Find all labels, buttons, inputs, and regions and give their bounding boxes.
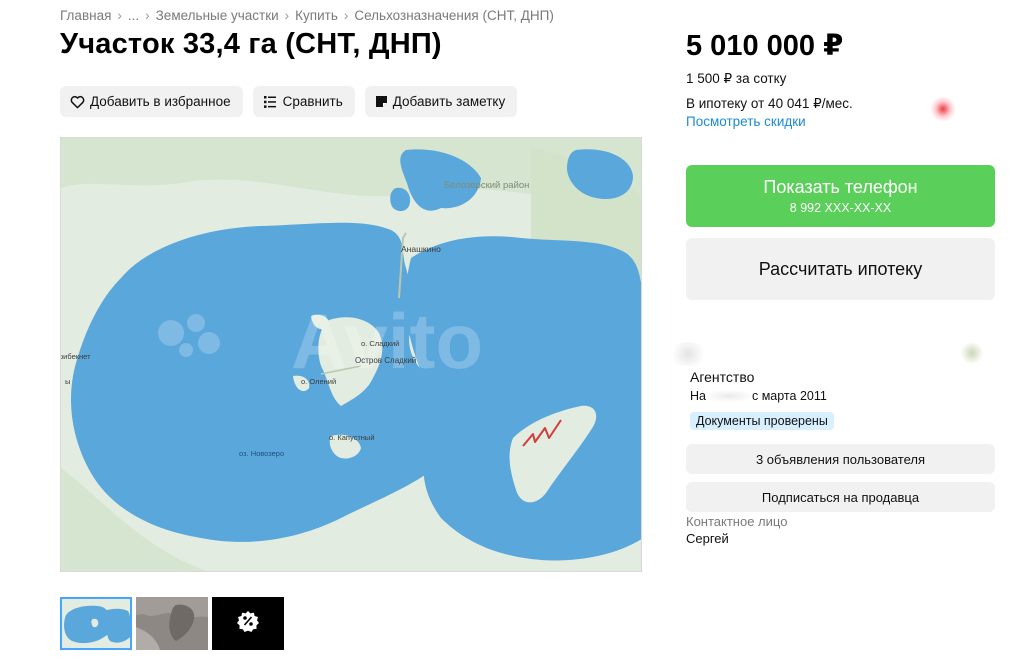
add-to-favorites-button[interactable]: Добавить в избранное <box>60 86 243 117</box>
user-listings-button[interactable]: 3 объявления пользователя <box>686 444 995 474</box>
breadcrumb-ellipsis[interactable]: ... <box>128 8 139 23</box>
blurred-text <box>705 390 752 402</box>
view-discounts-link[interactable]: Посмотреть скидки <box>686 114 806 129</box>
contact-person-name: Сергей <box>686 531 729 546</box>
contact-person-label: Контактное лицо <box>686 514 788 529</box>
page-title: Участок 33,4 га (СНТ, ДНП) <box>60 28 442 60</box>
add-note-button[interactable]: Добавить заметку <box>364 86 518 117</box>
add-note-label: Добавить заметку <box>392 94 506 109</box>
breadcrumb-land-plots[interactable]: Земельные участки <box>156 8 279 23</box>
price-per-unit: 1 500 ₽ за сотку <box>686 71 787 86</box>
listing-actions: Добавить в избранное Сравнить Добавить з… <box>60 86 518 117</box>
seller-since-prefix: На <box>690 389 706 403</box>
breadcrumb-separator: › <box>284 8 290 23</box>
map-label-left-edge: рибекнет <box>61 352 91 361</box>
breadcrumb-separator: › <box>145 8 150 23</box>
blurred-logo <box>960 342 984 364</box>
show-phone-label: Показать телефон <box>763 177 918 197</box>
breadcrumb-agricultural[interactable]: Сельхозназначения (СНТ, ДНП) <box>354 8 553 23</box>
compare-label: Сравнить <box>282 94 343 109</box>
map-label-island-sladkiy: о. Сладкий <box>361 339 399 348</box>
note-icon <box>375 95 388 108</box>
breadcrumb-buy[interactable]: Купить <box>295 8 338 23</box>
phone-number-masked: 8 992 XXX-XX-XX <box>789 201 892 215</box>
show-phone-button[interactable]: Показать телефон 8 992 XXX-XX-XX <box>686 165 995 227</box>
breadcrumb-home[interactable]: Главная <box>60 8 111 23</box>
seller-type[interactable]: Агентство <box>690 369 754 385</box>
price: 5 010 000 ₽ <box>686 30 844 62</box>
map-label-island-olenyi: о. Олений <box>301 377 336 386</box>
thumbnail-plot-photo[interactable] <box>136 597 208 650</box>
listing-main-image[interactable]: Avito Белозерский район Анашкино о. Слад… <box>60 137 642 572</box>
documents-verified-badge: Документы проверены <box>690 412 834 430</box>
map-label-left-edge-2: ы <box>65 377 70 386</box>
compare-button[interactable]: Сравнить <box>252 86 355 117</box>
map-label-island-sladkiy-main: Остров Сладкий <box>355 356 416 365</box>
map-label-district: Белозерский район <box>444 180 529 191</box>
compare-icon <box>263 95 278 109</box>
discount-badge-icon <box>237 610 259 637</box>
seller-since-suffix: с марта 2011 <box>751 389 827 403</box>
seller-since: На с марта 2011 <box>690 389 827 403</box>
mortgage-monthly: В ипотеку от 40 041 ₽/мес. <box>686 96 853 111</box>
add-to-favorites-label: Добавить в избранное <box>90 94 231 109</box>
map-label-island-kapustny: о. Капустный <box>329 433 375 442</box>
breadcrumb: Главная › ... › Земельные участки › Купи… <box>60 8 554 23</box>
breadcrumb-separator: › <box>343 8 349 23</box>
subscribe-seller-button[interactable]: Подписаться на продавца <box>686 482 995 512</box>
thumbnail-more-photos[interactable] <box>212 597 284 650</box>
heart-icon <box>70 95 85 109</box>
breadcrumb-separator: › <box>117 8 122 23</box>
calculate-mortgage-button[interactable]: Рассчитать ипотеку <box>686 238 995 300</box>
map-label-lake-novozero: оз. Новозеро <box>239 449 284 458</box>
map-label-village: Анашкино <box>401 244 441 254</box>
blurred-overlay <box>930 96 956 122</box>
image-thumbnails <box>60 597 284 650</box>
blurred-avatar <box>668 342 708 366</box>
thumbnail-map[interactable] <box>60 597 132 650</box>
